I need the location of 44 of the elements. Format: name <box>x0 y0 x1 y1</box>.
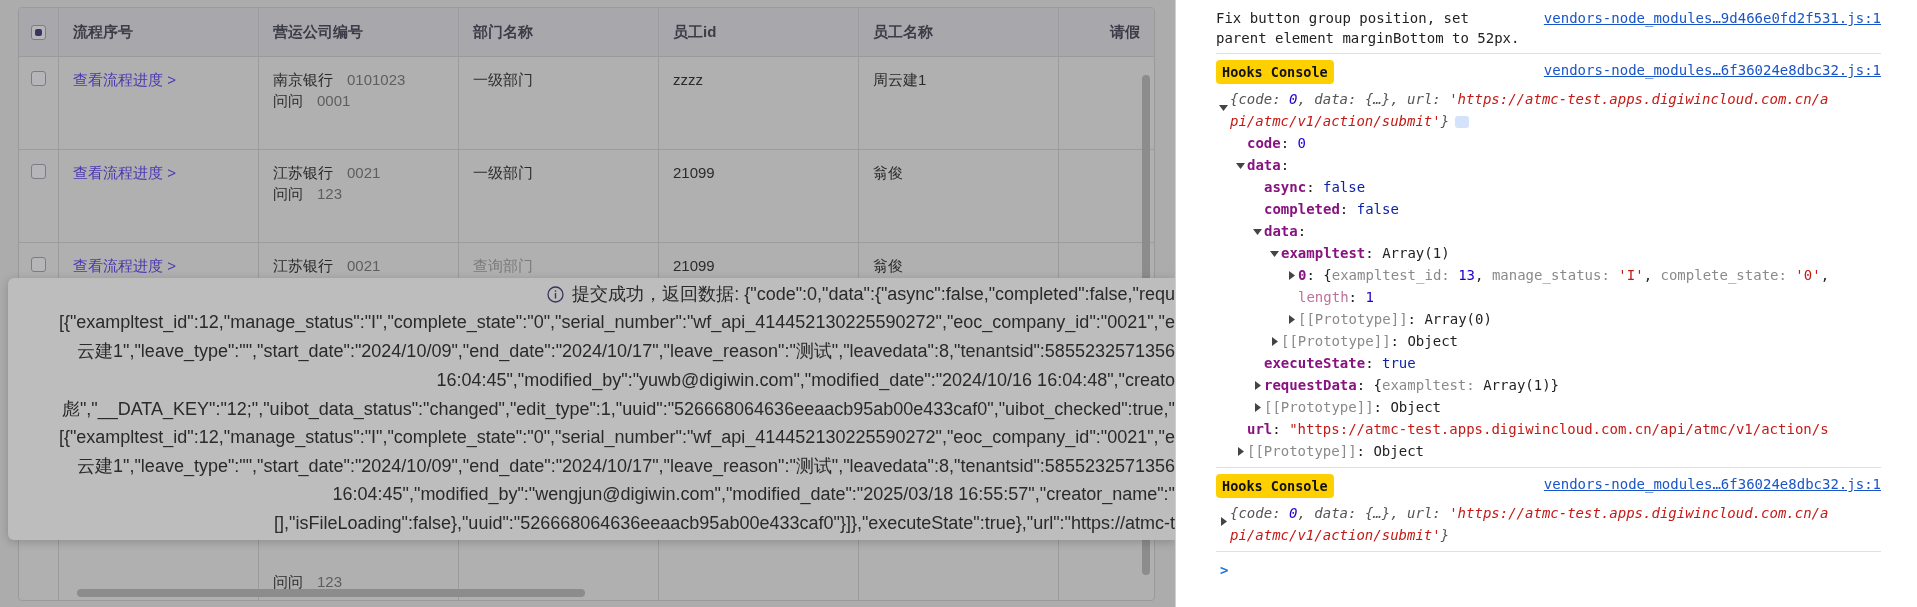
employee-name-text: 翁俊 <box>873 257 903 274</box>
toast-text: [{"exampltest_id":12,"manage_status":"I","complete_state":"0","serial_number":"wf_api_414452130225590272","eoc_company_id":"0021","e <box>58 312 1175 334</box>
toast-text: 云建1","leave_type":"","start_date":"2024/10/09","end_date":"2024/10/17","leave_reason":"测试","leavedata":8,"tenantsid":5855232571356 <box>77 340 1175 364</box>
property-row-text: length: 1 <box>1297 288 1375 307</box>
property-row-text: async: false <box>1263 178 1367 197</box>
company-name: 问问 <box>273 91 303 111</box>
employee-id-text: 21099 <box>673 164 715 181</box>
company-name: 问问 <box>273 184 303 204</box>
property-row-text: executeState: true <box>1263 354 1417 373</box>
department-text: 一级部门 <box>473 164 533 181</box>
column-header: 流程序号 <box>73 22 133 42</box>
column-header: 员工名称 <box>873 22 933 42</box>
department-text: 一级部门 <box>473 71 533 88</box>
property-row-text: completed: false <box>1263 200 1400 219</box>
company-name: 问问 <box>273 572 303 592</box>
company-code: 123 <box>317 572 343 592</box>
company-code: 0101023 <box>347 70 406 90</box>
company-code: 0021 <box>347 163 381 183</box>
toast-text: 提交成功，返回数据: {"code":0,"data":{"async":false,"completed":false,"requ <box>572 283 1175 307</box>
company-name: 南京银行 <box>273 70 333 90</box>
toast-text: 彪","__DATA_KEY":"12;","uibot_data_status":"changed","edit_type":1,"uuid":"526668064636eeaacb95ab00e433caf0","uibot_checked":true," <box>61 397 1175 421</box>
console-badge: Hooks Console <box>1216 474 1334 498</box>
company-name: 江苏银行 <box>273 256 333 276</box>
toast-text: 16:04:45","modified_by":"wengjun@digiwin.com","modified_date":"2025/03/18 16:55:57","creator_name":" <box>332 483 1175 505</box>
column-header: 部门名称 <box>473 22 533 42</box>
property-row-text: url: "https://atmc-test.apps.digiwincloud.com.cn/api/atmc/v1/action/s <box>1246 420 1830 439</box>
company-code: 123 <box>317 184 343 204</box>
employee-name-text: 翁俊 <box>873 164 903 181</box>
property-row-text: code: 0 <box>1246 134 1307 153</box>
toast-text: [{"exampltest_id":12,"manage_status":"I","complete_state":"0","serial_number":"wf_api_414452130225590272","eoc_company_id":"0021","e <box>58 426 1175 448</box>
employee-id-text: zzzz <box>673 71 703 88</box>
console-badge: Hooks Console <box>1216 60 1334 84</box>
company-code: 0001 <box>317 91 351 111</box>
employee-id-text: 21099 <box>673 257 715 274</box>
column-header: 请假 <box>1110 22 1140 42</box>
column-header: 员工id <box>673 22 717 42</box>
toast-text: 云建1","leave_type":"","start_date":"2024/10/09","end_date":"2024/10/17","leave_reason":"测试","leavedata":8,"tenantsid":5855232571356 <box>77 454 1175 478</box>
log-message: Fix button group position, set parent element marginBottom to 52px. <box>1216 9 1520 48</box>
toast-text: 16:04:45","modified_by":"yuwb@digiwin.com","modified_date":"2024/10/16 16:04:48","creato <box>436 369 1175 391</box>
company-name: 江苏银行 <box>273 163 333 183</box>
column-header: 营运公司编号 <box>273 22 363 42</box>
company-code: 0021 <box>347 256 381 276</box>
employee-name-text: 周云建1 <box>873 71 927 88</box>
toast-text: [],"isFileLoading":false},"uuid":"526668064636eeaacb95ab00e433caf0"}]},"executeState":true},"url":"https://atmc-t <box>274 512 1175 534</box>
